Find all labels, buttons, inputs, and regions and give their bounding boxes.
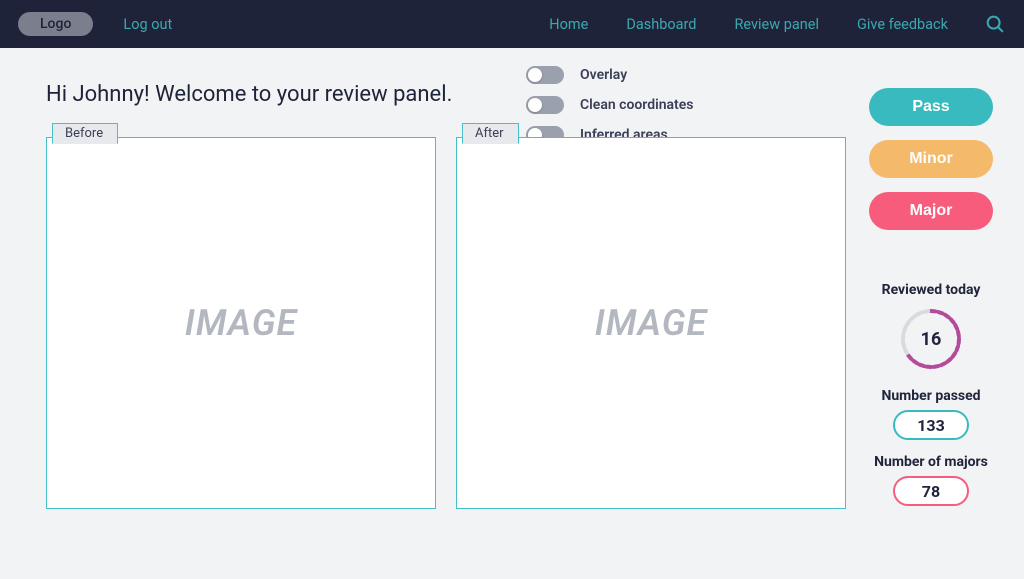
- toggle-overlay-label: Overlay: [580, 67, 627, 83]
- reviewed-value: 16: [921, 329, 942, 350]
- before-image-placeholder: IMAGE: [185, 302, 297, 344]
- after-panel: After IMAGE: [456, 137, 846, 509]
- toggle-overlay[interactable]: [526, 66, 564, 84]
- nav-home[interactable]: Home: [549, 16, 588, 33]
- pass-button[interactable]: Pass: [869, 88, 993, 126]
- toggle-clean-label: Clean coordinates: [580, 97, 694, 113]
- before-tab[interactable]: Before: [52, 123, 118, 144]
- before-panel: Before IMAGE: [46, 137, 436, 509]
- image-row: Before IMAGE After IMAGE: [46, 137, 846, 509]
- search-icon[interactable]: [984, 13, 1006, 35]
- after-image-placeholder: IMAGE: [595, 302, 707, 344]
- topbar: Logo Log out Home Dashboard Review panel…: [0, 0, 1024, 48]
- majors-value: 78: [893, 476, 969, 506]
- nav-review-panel[interactable]: Review panel: [734, 16, 819, 33]
- after-image-box: IMAGE: [456, 137, 846, 509]
- logout-link[interactable]: Log out: [123, 16, 172, 33]
- reviewed-donut: 16: [896, 304, 966, 374]
- left-column: Hi Johnny! Welcome to your review panel.…: [46, 70, 846, 509]
- minor-button[interactable]: Minor: [869, 140, 993, 178]
- right-sidebar: Pass Minor Major Reviewed today 16 Numbe…: [862, 88, 1000, 509]
- welcome-heading: Hi Johnny! Welcome to your review panel.: [46, 82, 846, 107]
- majors-stat: Number of majors 78: [874, 454, 988, 506]
- majors-label: Number of majors: [874, 454, 988, 470]
- after-tab[interactable]: After: [462, 123, 519, 144]
- toggle-stack: Overlay Clean coordinates Inferred areas: [526, 66, 694, 144]
- toggle-clean-row: Clean coordinates: [526, 96, 694, 114]
- major-button[interactable]: Major: [869, 192, 993, 230]
- before-image-box: IMAGE: [46, 137, 436, 509]
- passed-stat: Number passed 133: [881, 388, 980, 440]
- logo[interactable]: Logo: [18, 12, 93, 36]
- passed-value: 133: [893, 410, 969, 440]
- reviewed-label: Reviewed today: [882, 282, 981, 298]
- reviewed-stat: Reviewed today 16: [882, 282, 981, 374]
- passed-label: Number passed: [881, 388, 980, 404]
- toggle-overlay-row: Overlay: [526, 66, 694, 84]
- content: Hi Johnny! Welcome to your review panel.…: [0, 48, 1024, 533]
- nav-give-feedback[interactable]: Give feedback: [857, 16, 948, 33]
- toggle-clean-coordinates[interactable]: [526, 96, 564, 114]
- nav-dashboard[interactable]: Dashboard: [626, 16, 696, 33]
